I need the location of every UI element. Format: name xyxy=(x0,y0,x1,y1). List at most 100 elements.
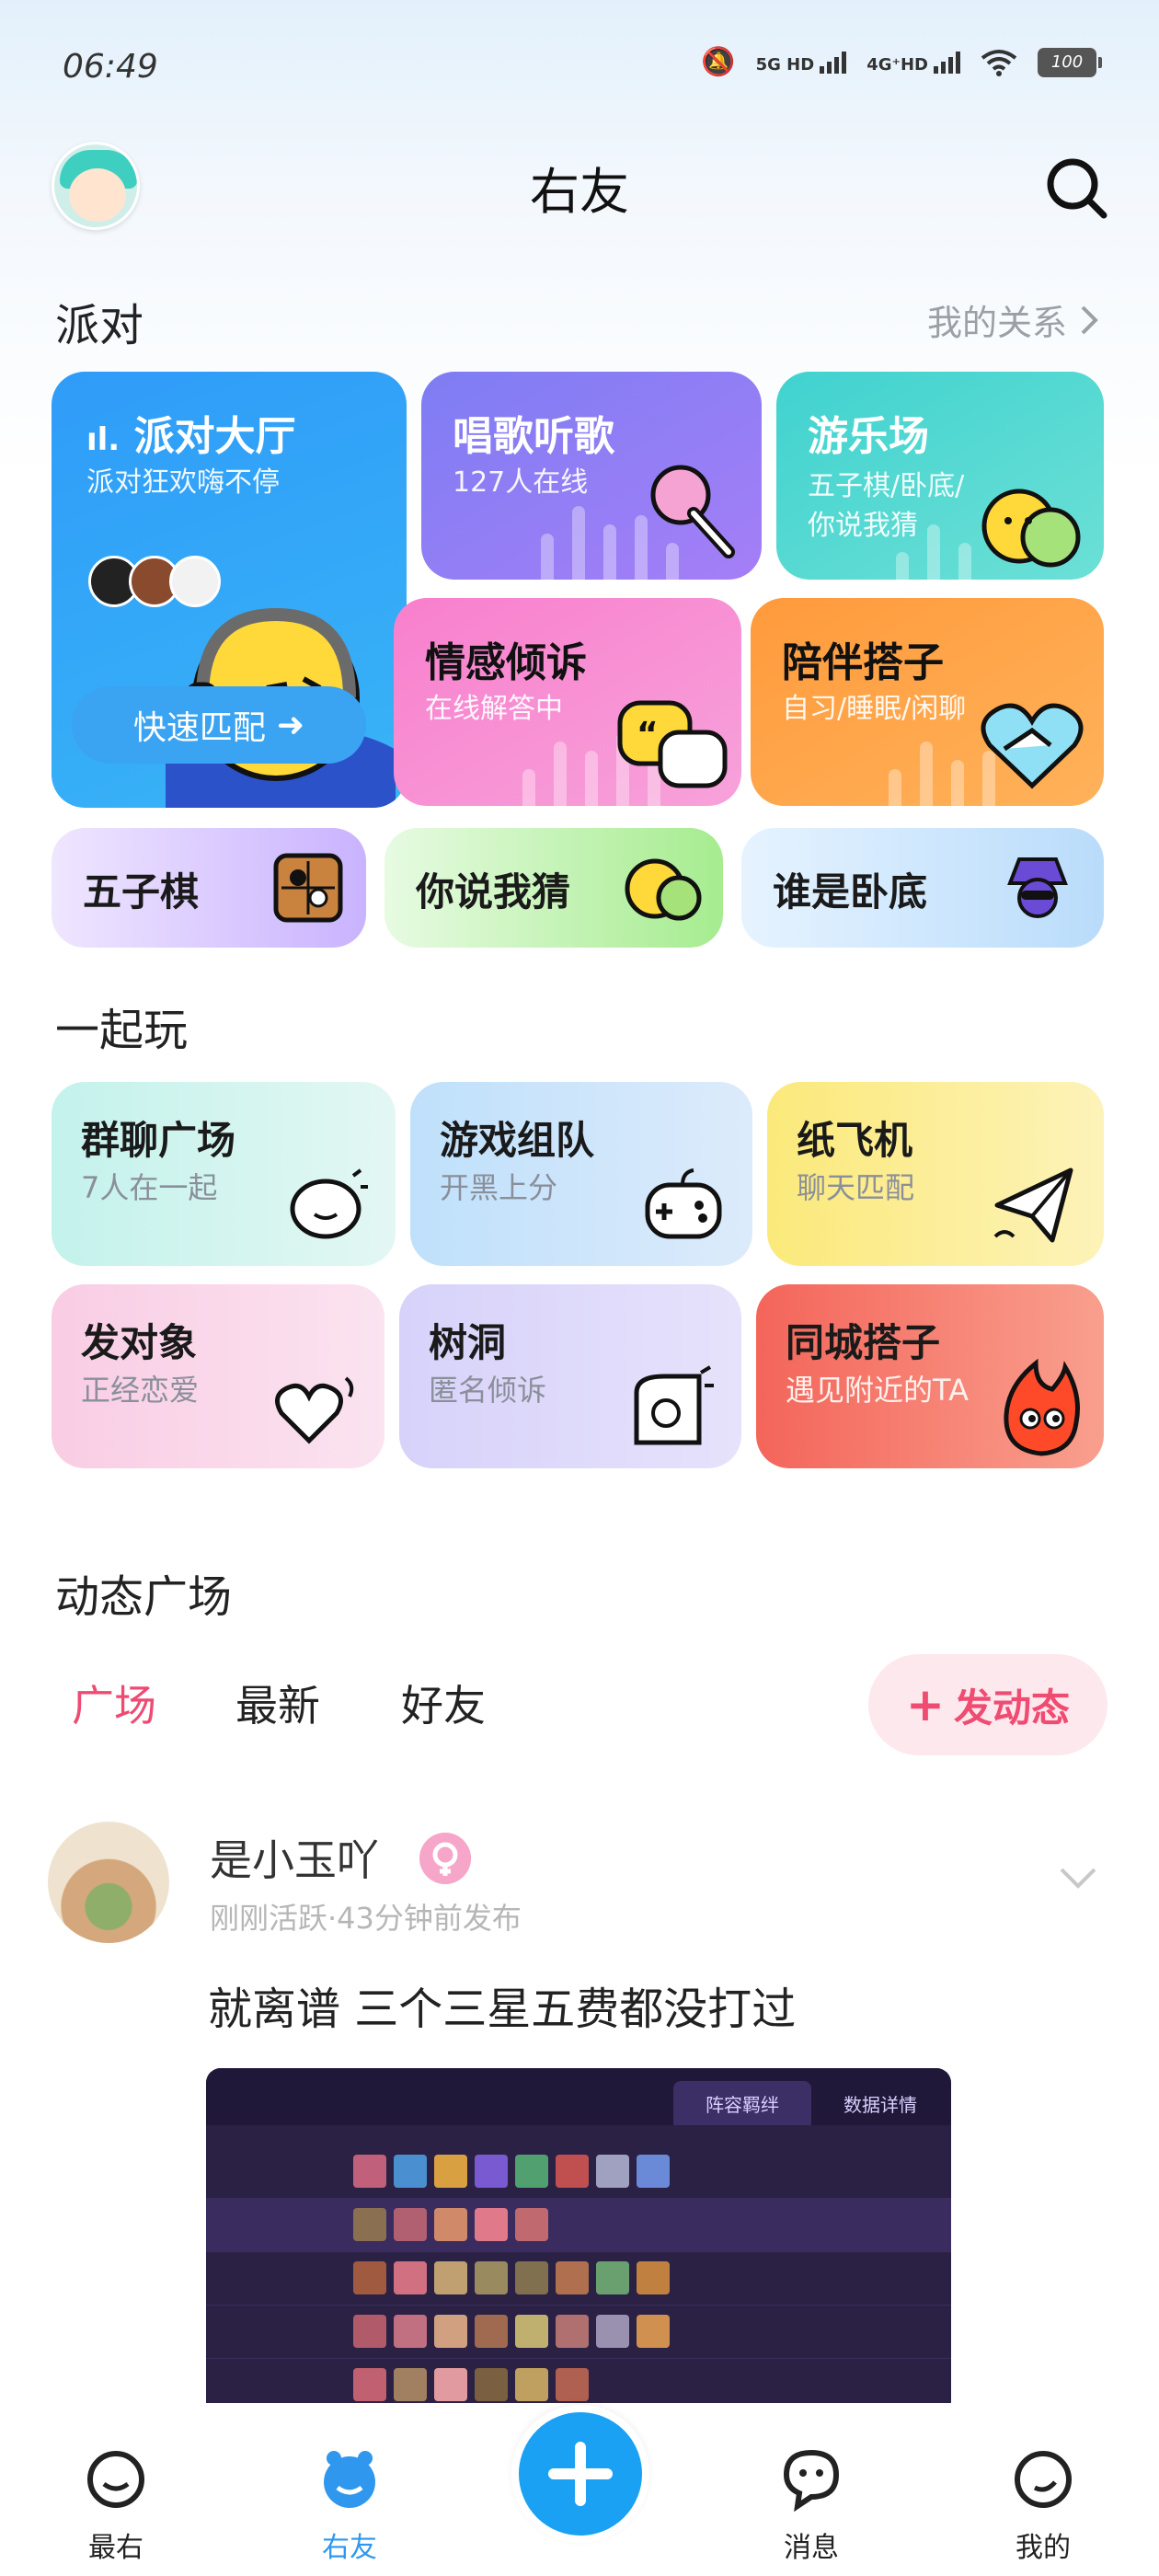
nav-messages-label: 消息 xyxy=(784,2532,839,2564)
game-team-card[interactable]: 游戏组队 开黑上分 xyxy=(410,1082,752,1266)
signal-icon xyxy=(820,51,847,74)
create-button[interactable] xyxy=(511,2405,649,2543)
nav-messages[interactable]: 消息 xyxy=(756,2447,866,2565)
nav-mine[interactable]: 我的 xyxy=(988,2447,1098,2565)
gomoku-title: 五子棋 xyxy=(83,869,200,914)
battery-icon: 100 xyxy=(1038,47,1102,77)
chat-bubbles-icon: “ xyxy=(617,700,728,788)
image-tab-lineup: 阵容羁绊 xyxy=(673,2081,811,2125)
post-dynamic-button[interactable]: + 发动态 xyxy=(868,1654,1107,1755)
local-buddy-title: 同城搭子 xyxy=(786,1320,941,1365)
group-chat-title: 群聊广场 xyxy=(81,1118,236,1163)
sound-bars-icon: ıl. xyxy=(86,421,120,458)
companion-subtitle: 自习/睡眠/闲聊 xyxy=(782,693,967,725)
youyou-icon xyxy=(324,2451,375,2508)
companion-title: 陪伴搭子 xyxy=(782,639,944,686)
party-section-title: 派对 xyxy=(55,300,144,351)
dating-card[interactable]: 发对象 正经恋爱 xyxy=(52,1284,384,1468)
quick-match-button[interactable]: 快速匹配 ➜ xyxy=(72,686,366,764)
microphone-icon xyxy=(650,465,735,558)
chevron-right-icon xyxy=(1081,305,1098,334)
nav-zuiyou[interactable]: 最右 xyxy=(61,2447,171,2565)
spy-hat-icon xyxy=(1007,857,1068,918)
tab-latest[interactable]: 最新 xyxy=(235,1673,320,1733)
signal-icon xyxy=(934,51,960,74)
tree-hole-icon xyxy=(634,1365,714,1445)
game-team-subtitle: 开黑上分 xyxy=(440,1170,558,1205)
paper-plane-card[interactable]: 纸飞机 聊天匹配 xyxy=(767,1082,1104,1266)
tree-hole-title: 树洞 xyxy=(429,1320,507,1365)
quick-match-label: 快速匹配 xyxy=(132,709,266,747)
guess-card[interactable]: 你说我猜 xyxy=(384,828,723,948)
tab-friends[interactable]: 好友 xyxy=(401,1673,486,1733)
post-image[interactable]: 阵容羁绊 数据详情 xyxy=(206,2068,951,2403)
heart-handshake-icon xyxy=(981,703,1084,789)
profile-icon xyxy=(1015,2451,1072,2508)
message-icon xyxy=(783,2449,840,2513)
post-author-name[interactable]: 是小玉吖 xyxy=(210,1827,379,1888)
paper-plane-title: 纸飞机 xyxy=(797,1118,913,1163)
svg-text:“: “ xyxy=(637,716,659,753)
nav-youyou[interactable]: 右友 xyxy=(294,2447,405,2565)
guess-title: 你说我猜 xyxy=(416,869,571,914)
search-icon[interactable] xyxy=(1043,155,1109,221)
tab-square[interactable]: 广场 xyxy=(72,1673,156,1733)
top-header: 右友 xyxy=(0,138,1159,230)
status-time: 06:49 xyxy=(63,48,158,86)
play-together-title: 一起玩 xyxy=(55,1005,189,1056)
post-text: 就离谱 三个三星五费都没打过 xyxy=(208,1984,797,2035)
party-hall-title: ıl. 派对大厅 xyxy=(86,403,296,462)
image-row xyxy=(206,2252,951,2306)
chevron-down-icon[interactable] xyxy=(1058,1864,1098,1892)
fire-mascot-icon xyxy=(1004,1358,1080,1456)
sing-card[interactable]: 唱歌听歌 127人在线 xyxy=(421,372,762,580)
mute-icon: 🔕 xyxy=(701,46,736,78)
network-5g: 5G HD xyxy=(755,51,847,75)
image-row xyxy=(206,2306,951,2359)
gamepad-icon xyxy=(645,1168,722,1239)
status-icons: 🔕 5G HD 4G⁺HD 100 xyxy=(701,46,1102,78)
hearts-icon xyxy=(275,1376,354,1444)
post-author-avatar[interactable] xyxy=(48,1822,169,1943)
party-hall-title-text: 派对大厅 xyxy=(133,413,296,460)
paper-plane-subtitle: 聊天匹配 xyxy=(797,1170,915,1205)
image-row xyxy=(206,2199,951,2252)
image-row xyxy=(206,2145,951,2199)
group-chat-subtitle: 7人在一起 xyxy=(81,1170,218,1205)
emotion-subtitle: 在线解答中 xyxy=(425,693,563,725)
page-title: 右友 xyxy=(530,163,629,221)
network-5g-label: 5G HD xyxy=(755,54,815,75)
gomoku-board-icon xyxy=(273,853,343,923)
companion-card[interactable]: 陪伴搭子 自习/睡眠/闲聊 xyxy=(751,598,1104,806)
party-hall-subtitle: 派对狂欢嗨不停 xyxy=(86,466,280,499)
nav-zuiyou-label: 最右 xyxy=(88,2532,143,2564)
dating-title: 发对象 xyxy=(81,1320,198,1365)
playground-card[interactable]: 游乐场 五子棋/卧底/ 你说我猜 xyxy=(776,372,1104,580)
zuiyou-icon xyxy=(87,2451,144,2508)
feed-title: 动态广场 xyxy=(55,1571,233,1623)
party-hall-card[interactable]: ıl. 派对大厅 派对狂欢嗨不停 快速匹配 ➜ xyxy=(52,372,407,808)
nav-mine-label: 我的 xyxy=(1016,2532,1071,2564)
gomoku-card[interactable]: 五子棋 xyxy=(52,828,366,948)
female-icon xyxy=(419,1833,471,1884)
network-4g: 4G⁺HD xyxy=(866,51,960,75)
local-buddy-card[interactable]: 同城搭子 遇见附近的TA xyxy=(756,1284,1104,1468)
group-chat-card[interactable]: 群聊广场 7人在一起 xyxy=(52,1082,396,1266)
network-4g-label: 4G⁺HD xyxy=(866,54,928,75)
playground-subtitle-1: 五子棋/卧底/ xyxy=(808,470,965,502)
emotion-card[interactable]: 情感倾诉 在线解答中 “ xyxy=(394,598,741,806)
chat-bubble-icon xyxy=(290,1168,368,1239)
tree-hole-card[interactable]: 树洞 匿名倾诉 xyxy=(399,1284,741,1468)
sing-subtitle: 127人在线 xyxy=(453,466,589,499)
arrow-right-icon: ➜ xyxy=(276,706,305,744)
paper-plane-icon xyxy=(993,1167,1073,1243)
local-buddy-subtitle: 遇见附近的TA xyxy=(786,1373,969,1408)
emoji-faces-icon xyxy=(981,489,1081,568)
tree-hole-subtitle: 匿名倾诉 xyxy=(429,1373,547,1408)
my-relations-link[interactable]: 我的关系 xyxy=(927,294,1098,345)
sound-wave xyxy=(896,524,971,580)
status-bar: 06:49 🔕 5G HD 4G⁺HD 100 xyxy=(0,37,1159,101)
dating-subtitle: 正经恋爱 xyxy=(81,1373,200,1408)
nav-youyou-label: 右友 xyxy=(322,2532,377,2564)
spy-card[interactable]: 谁是卧底 xyxy=(741,828,1104,948)
